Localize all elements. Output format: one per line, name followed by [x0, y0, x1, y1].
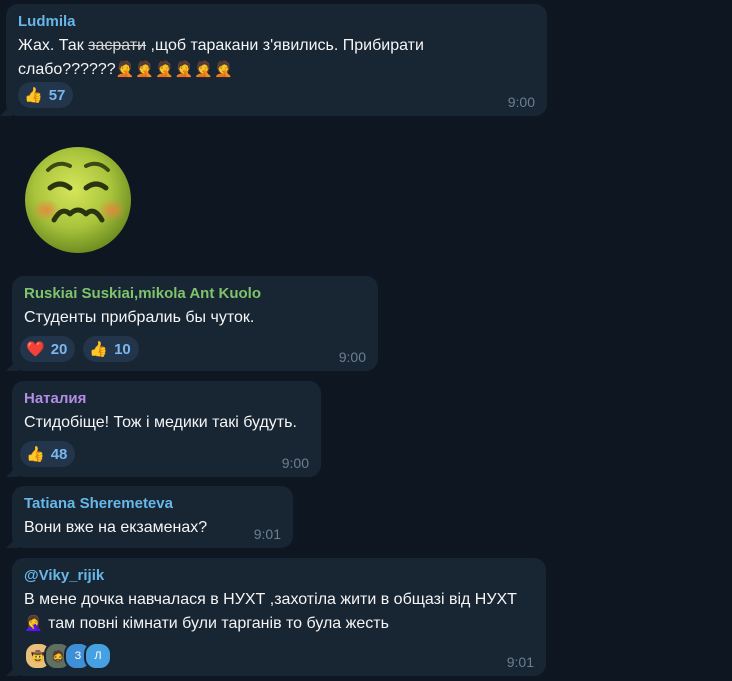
message-text-part: Жах. Так [18, 37, 89, 54]
reaction-thumbs-up[interactable]: 👍 57 [18, 82, 74, 108]
heart-icon: ❤️ [26, 340, 45, 358]
message-text: Жах. Так засрати ,щоб таракани з'явились… [18, 34, 535, 82]
reactor-avatar: Л [84, 642, 112, 670]
chat-message-list[interactable]: Ludmila Жах. Так засрати ,щоб таракани з… [0, 0, 732, 681]
reactions: 👍 48 [20, 441, 76, 467]
message-time: 9:00 [507, 94, 535, 110]
message-author[interactable]: @Viky_rijik [24, 566, 534, 586]
message-bubble[interactable]: Ruskiai Suskiai,mikola Ant Kuolo Студент… [6, 276, 378, 371]
reaction-thumbs-up[interactable]: 👍 48 [20, 441, 76, 467]
message-bubble[interactable]: Наталия Стидобіще! Тож і медики такі буд… [6, 381, 321, 477]
reactions: 👍 57 [18, 82, 74, 108]
reaction-count: 20 [50, 340, 68, 358]
message-text-part: слабо?????? [18, 61, 116, 78]
message-text-part: В мене дочка навчалася в НУХТ ,захотіла … [24, 591, 517, 608]
bubble-tail [6, 359, 18, 371]
reactor-avatars[interactable]: 🤠 🧔 З Л [24, 642, 112, 670]
message-text-part: там повні кімнати були тарганів то була … [43, 615, 389, 632]
reaction-count: 57 [48, 86, 66, 104]
message-author[interactable]: Ruskiai Suskiai,mikola Ant Kuolo [24, 284, 366, 304]
message-text: Студенты прибралиь бы чуток. [24, 309, 255, 326]
bubble-tail [6, 536, 18, 548]
thumbs-up-icon: 👍 [24, 86, 43, 104]
facepalm-emojis: 🤦🤦🤦🤦🤦🤦 [115, 61, 234, 78]
thumbs-up-icon: 👍 [89, 340, 109, 358]
message-text-part: ,щоб таракани з'явились. Прибирати [146, 37, 424, 54]
thumbs-up-icon: 👍 [26, 445, 45, 463]
message-time: 9:00 [338, 349, 366, 365]
reaction-count: 48 [50, 445, 68, 463]
message-time: 9:00 [281, 455, 309, 471]
bubble-tail [6, 465, 18, 477]
bubble-tail [0, 104, 12, 116]
message-text: Стидобіще! Тож і медики такі будуть. [24, 414, 297, 431]
reaction-count: 10 [114, 340, 131, 358]
nauseated-face-sticker[interactable] [22, 144, 134, 256]
strikethrough-text: засрати [88, 37, 147, 54]
bubble-tail [6, 664, 18, 676]
message-bubble[interactable]: Tatiana Sheremeteva Вони вже на екзамена… [6, 486, 293, 548]
message-author[interactable]: Наталия [24, 389, 309, 409]
reactions: ❤️ 20 👍 10 [20, 336, 139, 362]
message-text: В мене дочка навчалася в НУХТ ,захотіла … [24, 588, 534, 636]
message-author[interactable]: Ludmila [18, 12, 535, 32]
message-author[interactable]: Tatiana Sheremeteva [24, 494, 281, 514]
woman-facepalming-emoji: 🤦‍♀️ [24, 615, 44, 632]
reaction-thumbs-up[interactable]: 👍 10 [83, 336, 139, 362]
message-text: Вони вже на екзаменах? [24, 519, 208, 536]
message-bubble[interactable]: Ludmila Жах. Так засрати ,щоб таракани з… [0, 4, 547, 116]
message-time: 9:01 [253, 526, 281, 542]
reaction-heart[interactable]: ❤️ 20 [20, 336, 76, 362]
message-time: 9:01 [506, 654, 534, 670]
